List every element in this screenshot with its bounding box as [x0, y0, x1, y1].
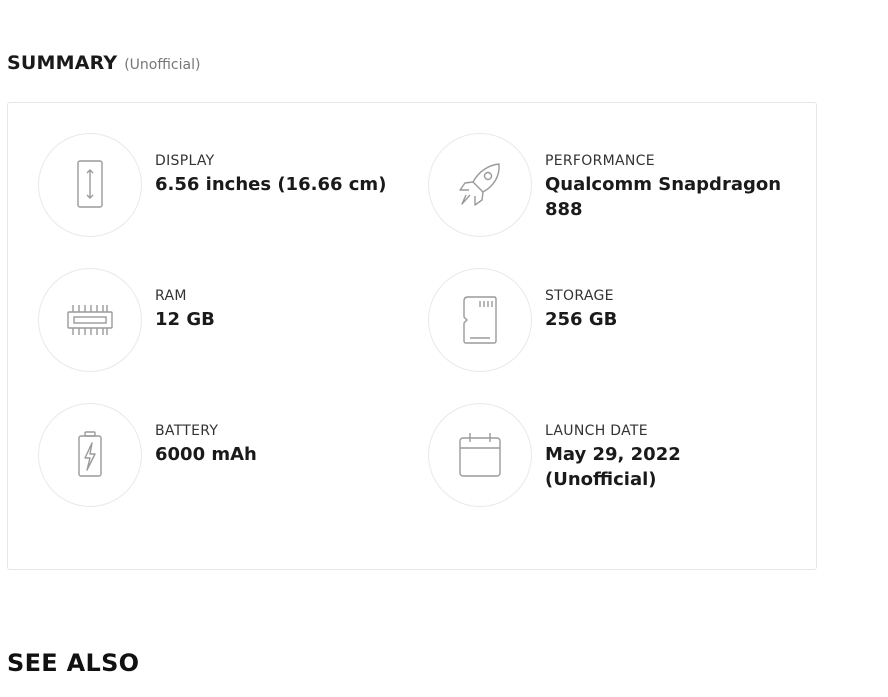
spec-label: STORAGE: [545, 288, 614, 304]
spec-ram: RAM 12 GB: [38, 268, 408, 374]
calendar-icon: [428, 403, 532, 507]
spec-launch-date: LAUNCH DATE May 29, 2022 (Unofficial): [428, 403, 798, 509]
spec-label: BATTERY: [155, 423, 219, 439]
spec-value: 256 GB: [545, 309, 618, 330]
spec-performance: PERFORMANCE Qualcomm Snapdragon 888: [428, 133, 798, 239]
spec-label: LAUNCH DATE: [545, 423, 648, 439]
spec-value: 6000 mAh: [155, 444, 257, 465]
spec-label: PERFORMANCE: [545, 153, 655, 169]
spec-value: May 29, 2022 (Unofficial): [545, 444, 681, 490]
summary-subtitle: (Unofficial): [124, 57, 201, 73]
sd-card-icon: [428, 268, 532, 372]
summary-title: SUMMARY: [7, 52, 118, 74]
spec-value: Qualcomm Snapdragon 888: [545, 174, 782, 220]
summary-card: DISPLAY 6.56 inches (16.66 cm) PERFORMAN…: [7, 102, 817, 570]
chip-icon: [38, 268, 142, 372]
battery-icon: [38, 403, 142, 507]
rocket-icon: [428, 133, 532, 237]
spec-label: DISPLAY: [155, 153, 215, 169]
spec-display: DISPLAY 6.56 inches (16.66 cm): [38, 133, 408, 239]
summary-heading: SUMMARY (Unofficial): [7, 52, 200, 74]
spec-storage: STORAGE 256 GB: [428, 268, 798, 374]
spec-label: RAM: [155, 288, 187, 304]
spec-battery: BATTERY 6000 mAh: [38, 403, 408, 509]
spec-value: 12 GB: [155, 309, 215, 330]
spec-value: 6.56 inches (16.66 cm): [155, 174, 387, 195]
see-also-heading: SEE ALSO: [7, 649, 140, 677]
display-icon: [38, 133, 142, 237]
